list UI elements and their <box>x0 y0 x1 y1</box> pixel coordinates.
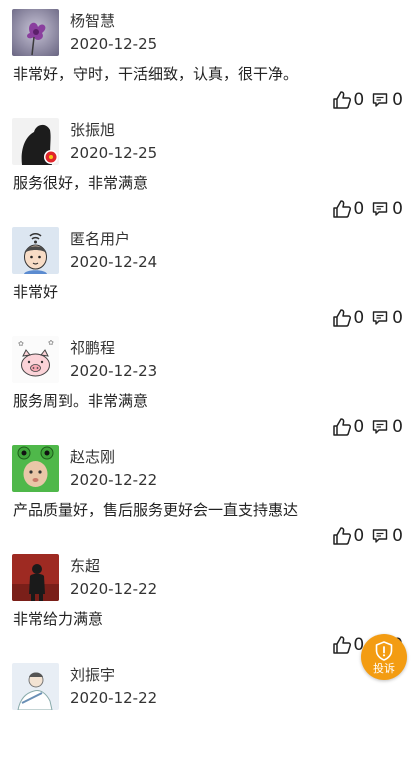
comment-button[interactable]: 0 <box>372 308 403 328</box>
comment-button[interactable]: 0 <box>372 90 403 110</box>
like-button[interactable]: 0 <box>332 526 364 546</box>
comment-icon <box>372 529 388 543</box>
review-text: 服务周到。非常满意 <box>13 392 149 410</box>
avatar[interactable] <box>12 9 59 56</box>
like-count: 0 <box>353 526 365 546</box>
comment-icon <box>372 202 388 216</box>
like-count: 0 <box>353 308 365 328</box>
comment-icon <box>372 93 388 107</box>
like-button[interactable]: 0 <box>332 635 364 655</box>
avatar[interactable] <box>12 663 59 710</box>
review-text: 非常给力满意 <box>13 610 104 628</box>
thumbs-up-icon <box>333 636 352 654</box>
review-item: 赵志刚 2020-12-22 产品质量好，售后服务更好会一直支持惠达 0 0 <box>0 436 415 547</box>
like-button[interactable]: 0 <box>332 308 364 328</box>
like-count: 0 <box>353 199 365 219</box>
review-date: 2020-12-25 <box>70 35 158 53</box>
review-item: 杨智慧 2020-12-25 非常好，守时，干活细致，认真，很干净。 0 0 <box>0 0 415 111</box>
comment-button[interactable]: 0 <box>372 199 403 219</box>
review-item: 刘振宇 2020-12-22 <box>0 654 415 763</box>
comment-icon <box>372 311 388 325</box>
review-date: 2020-12-24 <box>70 253 158 271</box>
thumbs-up-icon <box>333 527 352 545</box>
avatar[interactable] <box>12 445 59 492</box>
reviewer-name: 东超 <box>70 557 101 575</box>
svg-text:✿: ✿ <box>18 340 24 348</box>
review-actions: 0 0 <box>332 525 403 547</box>
comment-count: 0 <box>392 526 403 546</box>
avatar[interactable]: ✿ ✿ <box>12 336 59 383</box>
comment-count: 0 <box>392 199 403 219</box>
review-actions: 0 0 <box>332 416 403 438</box>
review-item: 东超 2020-12-22 非常给力满意 0 0 <box>0 545 415 655</box>
comment-count: 0 <box>392 90 403 110</box>
review-date: 2020-12-22 <box>70 471 158 489</box>
like-button[interactable]: 0 <box>332 417 364 437</box>
svg-text:✿: ✿ <box>48 339 54 347</box>
review-date: 2020-12-22 <box>70 689 158 707</box>
like-count: 0 <box>353 90 365 110</box>
like-button[interactable]: 0 <box>332 199 364 219</box>
review-item: ✿ ✿ 祁鹏程 2020-12-23 服务周到。非常满意 0 0 <box>0 327 415 438</box>
comment-icon <box>372 420 388 434</box>
comment-count: 0 <box>392 417 403 437</box>
avatar[interactable] <box>12 118 59 165</box>
reviewer-name: 匿名用户 <box>70 230 131 248</box>
review-text: 服务很好，非常满意 <box>13 174 149 192</box>
review-text: 非常好，守时，干活细致，认真，很干净。 <box>13 65 299 83</box>
review-date: 2020-12-25 <box>70 144 158 162</box>
reviewer-name: 祁鹏程 <box>70 339 116 357</box>
review-item: 匿名用户 2020-12-24 非常好 0 0 <box>0 218 415 329</box>
reviewer-name: 杨智慧 <box>70 12 116 30</box>
comment-button[interactable]: 0 <box>372 417 403 437</box>
complain-button[interactable]: 投诉 <box>361 634 407 680</box>
review-actions: 0 0 <box>332 198 403 220</box>
reviewer-name: 刘振宇 <box>70 666 116 684</box>
shield-alert-icon <box>375 641 393 661</box>
comment-button[interactable]: 0 <box>372 526 403 546</box>
review-date: 2020-12-23 <box>70 362 158 380</box>
thumbs-up-icon <box>333 200 352 218</box>
thumbs-up-icon <box>333 418 352 436</box>
review-actions: 0 0 <box>332 307 403 329</box>
review-text: 产品质量好，售后服务更好会一直支持惠达 <box>13 501 299 519</box>
complain-label: 投诉 <box>373 662 395 675</box>
avatar[interactable] <box>12 554 59 601</box>
thumbs-up-icon <box>333 309 352 327</box>
review-item: 张振旭 2020-12-25 服务很好，非常满意 0 0 <box>0 109 415 220</box>
like-button[interactable]: 0 <box>332 90 364 110</box>
like-count: 0 <box>353 417 365 437</box>
reviewer-name: 赵志刚 <box>70 448 116 466</box>
reviewer-name: 张振旭 <box>70 121 116 139</box>
comment-count: 0 <box>392 308 403 328</box>
review-text: 非常好 <box>13 283 59 301</box>
thumbs-up-icon <box>333 91 352 109</box>
review-date: 2020-12-22 <box>70 580 158 598</box>
review-actions: 0 0 <box>332 89 403 111</box>
avatar[interactable] <box>12 227 59 274</box>
